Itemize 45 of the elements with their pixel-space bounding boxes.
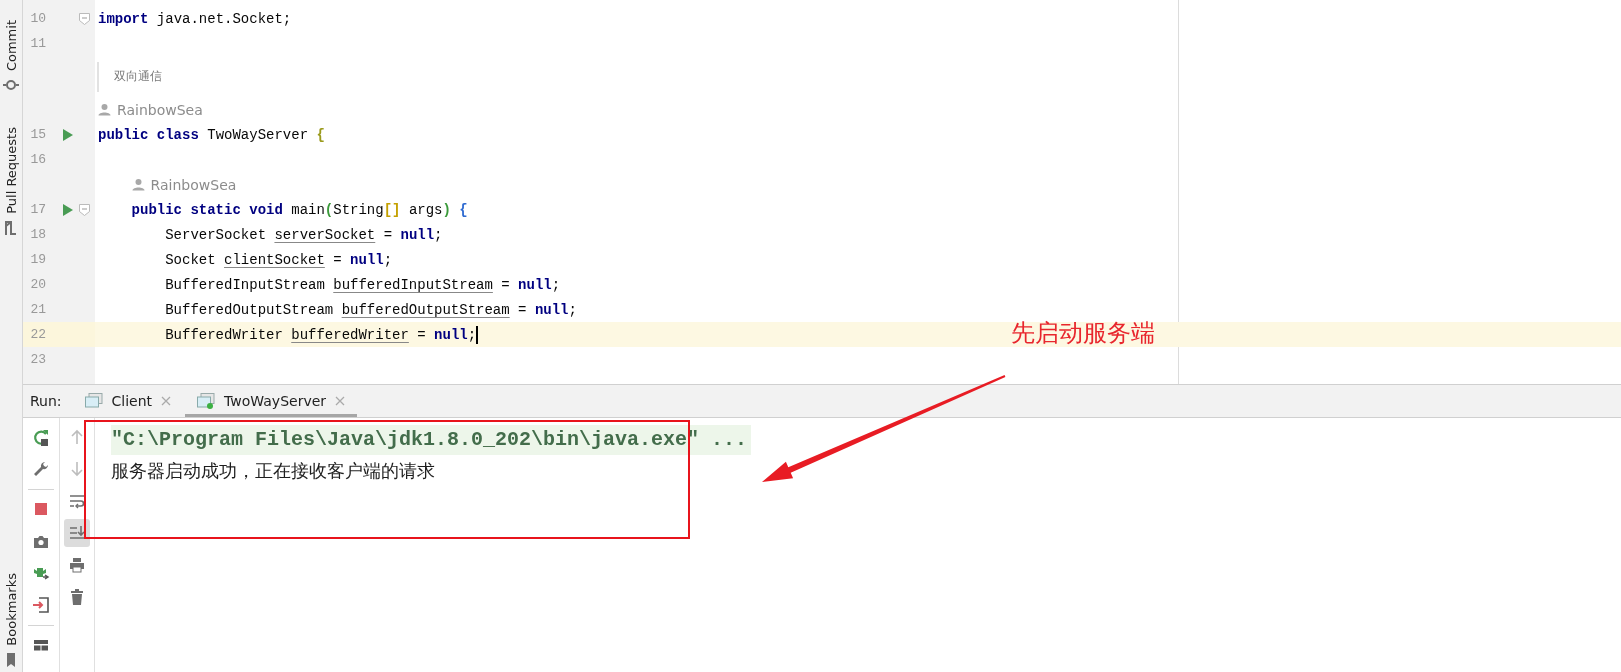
scroll-to-end-icon[interactable]: [68, 524, 86, 542]
code-line: BufferedInputStream bufferedInputStream = null;: [164, 276, 561, 293]
console-window-icon: [84, 393, 103, 409]
code-line: Socket clientSocket = null;: [164, 251, 393, 268]
code-line: public class TwoWayServer {: [97, 126, 325, 143]
run-icon[interactable]: [62, 202, 74, 217]
person-icon: [131, 178, 145, 191]
code-line: BufferedWriter bufferedWriter = null;: [164, 326, 477, 343]
line-number: 17: [29, 202, 46, 217]
line-number: 18: [29, 227, 46, 242]
code-line: ServerSocket serverSocket = null;: [164, 226, 443, 243]
run-icon[interactable]: [62, 127, 74, 142]
console-output: 服务器启动成功，正在接收客户端的请求: [111, 459, 435, 483]
down-arrow-icon[interactable]: [68, 460, 86, 478]
run-tab[interactable]: TwoWayServer: [185, 385, 358, 417]
rerun-icon[interactable]: [32, 428, 50, 446]
text-caret: [476, 325, 479, 344]
trash-icon[interactable]: [68, 588, 86, 606]
code-line: public static void main(String[] args) {: [130, 201, 468, 218]
code-line: import java.net.Socket;: [97, 10, 292, 27]
tool-window-tab[interactable]: Commit: [3, 20, 19, 72]
print-icon[interactable]: [68, 556, 86, 574]
line-number: 16: [29, 152, 46, 167]
line-number: 22: [29, 327, 46, 342]
line-number: 19: [29, 252, 46, 267]
tool-window-tab[interactable]: Bookmarks: [3, 573, 19, 646]
line-number: 20: [29, 277, 46, 292]
line-number: 11: [29, 36, 46, 51]
tool-window-tab[interactable]: Pull Requests: [3, 127, 19, 214]
pull-icon[interactable]: [3, 219, 19, 236]
exit-icon[interactable]: [32, 596, 50, 614]
line-number: 10: [29, 11, 46, 26]
panel-label: Run:: [29, 392, 63, 411]
stop-icon[interactable]: [32, 500, 50, 518]
annotation-text: 先启动服务端: [1011, 318, 1155, 349]
line-number: 21: [29, 302, 46, 317]
wrench-icon[interactable]: [32, 460, 50, 478]
soft-wrap-icon[interactable]: [68, 492, 86, 510]
code-line: BufferedOutputStream bufferedOutputStream = null;: [164, 301, 577, 318]
person-icon: [98, 103, 111, 116]
doc-comment: 双向通信: [114, 68, 162, 85]
line-number: 23: [29, 352, 46, 367]
line-number: 15: [29, 127, 46, 142]
console-window-icon: [197, 393, 216, 409]
run-tab[interactable]: Client: [72, 385, 184, 417]
